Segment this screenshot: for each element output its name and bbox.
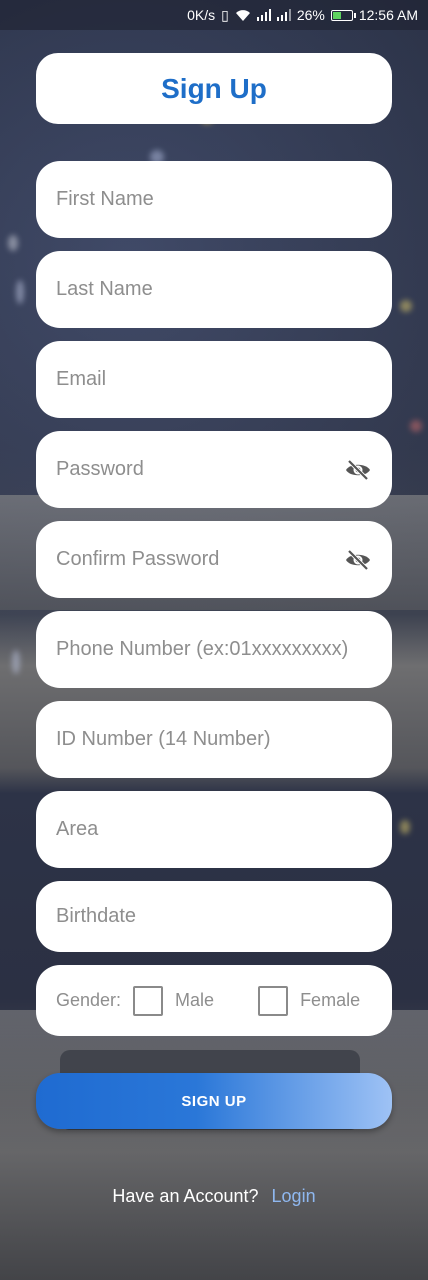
area-placeholder: Area (56, 818, 99, 840)
network-speed: 0K/s (187, 7, 216, 23)
bokeh-light (12, 650, 20, 674)
eye-off-icon[interactable] (344, 549, 372, 571)
email-field[interactable]: Email (36, 341, 392, 418)
gender-label: Gender: (56, 990, 122, 1010)
bokeh-light (8, 235, 18, 251)
bokeh-light (16, 280, 24, 304)
id-number-placeholder: ID Number (14 Number) (56, 728, 271, 750)
confirm-password-placeholder: Confirm Password (56, 548, 220, 570)
phone-field[interactable]: Phone Number (ex:01xxxxxxxxx) (36, 611, 392, 688)
last-name-placeholder: Last Name (56, 278, 153, 300)
have-account-text: Have an Account? (112, 1186, 259, 1206)
phone-placeholder: Phone Number (ex:01xxxxxxxxx) (56, 638, 349, 660)
bokeh-light (410, 420, 422, 432)
wifi-icon (235, 9, 251, 22)
birthdate-field[interactable]: Birthdate (36, 881, 392, 952)
area-field[interactable]: Area (36, 791, 392, 868)
gender-field: Gender: Male Female (36, 965, 392, 1036)
confirm-password-field[interactable]: Confirm Password (36, 521, 392, 598)
signal-icon (276, 9, 291, 21)
signup-button[interactable]: SIGN UP (36, 1073, 392, 1129)
clock: 12:56 AM (358, 7, 418, 23)
password-placeholder: Password (56, 458, 144, 480)
battery-icon (330, 9, 356, 21)
email-placeholder: Email (56, 368, 107, 390)
login-prompt: Have an Account? Login (36, 1186, 392, 1207)
status-bar: 0K/s ▯ 26% 12:56 AM (0, 0, 428, 30)
battery-percent: 26% (296, 7, 325, 23)
bokeh-light (400, 300, 412, 312)
vibrate-icon: ▯ (221, 6, 229, 23)
female-checkbox[interactable] (258, 985, 289, 1016)
bokeh-light (400, 820, 410, 834)
login-link[interactable]: Login (272, 1186, 316, 1206)
birthdate-placeholder: Birthdate (56, 905, 137, 927)
id-number-field[interactable]: ID Number (14 Number) (36, 701, 392, 778)
page-title: Sign Up (36, 53, 392, 124)
password-field[interactable]: Password (36, 431, 392, 508)
eye-off-icon[interactable] (344, 459, 372, 481)
male-checkbox[interactable] (133, 985, 164, 1016)
first-name-field[interactable]: First Name (36, 161, 392, 238)
male-label: Male (175, 990, 215, 1010)
first-name-placeholder: First Name (56, 188, 154, 210)
female-label: Female (300, 990, 361, 1010)
last-name-field[interactable]: Last Name (36, 251, 392, 328)
signal-icon (256, 9, 271, 21)
